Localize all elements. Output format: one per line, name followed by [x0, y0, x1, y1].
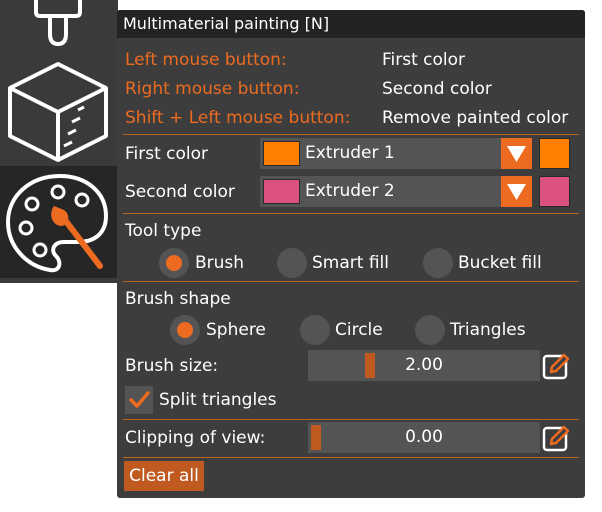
brush-size-value: 2.00 — [405, 355, 443, 375]
shift-left-mouse-value: Remove painted color — [382, 108, 569, 128]
clipping-of-view-slider[interactable]: 0.00 — [308, 422, 540, 453]
clear-all-button[interactable]: Clear all — [124, 461, 204, 491]
circle-radio[interactable] — [300, 315, 330, 345]
multimaterial-panel: Multimaterial painting [N] Left mouse bu… — [117, 10, 585, 498]
second-color-picker[interactable] — [539, 176, 570, 207]
shift-left-mouse-label: Shift + Left mouse button: — [125, 108, 351, 128]
clipping-of-view-label: Clipping of view: — [125, 428, 266, 448]
circle-radio-label: Circle — [335, 320, 383, 340]
separator — [123, 419, 579, 420]
separator — [123, 213, 579, 214]
right-mouse-value: Second color — [382, 79, 492, 99]
first-color-selected: Extruder 1 — [305, 143, 395, 163]
brush-shape-label: Brush shape — [125, 289, 231, 309]
second-color-dropdown-arrow[interactable] — [501, 176, 532, 207]
first-color-label: First color — [125, 144, 209, 164]
sphere-radio-label: Sphere — [206, 320, 266, 340]
checkmark-icon — [129, 391, 150, 408]
chevron-down-icon — [507, 146, 526, 162]
second-color-swatch — [263, 179, 300, 204]
chevron-down-icon — [507, 184, 526, 200]
separator — [123, 281, 579, 282]
split-triangles-label: Split triangles — [159, 390, 277, 410]
multimaterial-palette-icon — [5, 173, 109, 273]
panel-title: Multimaterial painting [N] — [117, 10, 585, 38]
first-color-combo[interactable]: Extruder 1 — [260, 138, 532, 169]
bucket-fill-radio-label: Bucket fill — [458, 253, 542, 273]
clipping-of-view-value: 0.00 — [405, 427, 443, 447]
brush-size-edit-button[interactable] — [541, 351, 571, 381]
brush-size-slider[interactable]: 2.00 — [308, 350, 540, 381]
tool-type-label: Tool type — [125, 221, 202, 241]
first-color-swatch — [263, 141, 300, 166]
clipping-edit-button[interactable] — [541, 423, 571, 453]
second-color-selected: Extruder 2 — [305, 181, 395, 201]
left-mouse-value: First color — [382, 50, 466, 70]
brush-radio-label: Brush — [195, 253, 245, 273]
left-mouse-label: Left mouse button: — [125, 50, 287, 70]
multimaterial-tool-button[interactable] — [0, 166, 118, 278]
first-color-picker[interactable] — [539, 138, 570, 169]
right-mouse-label: Right mouse button: — [125, 79, 300, 99]
left-toolbar — [0, 0, 118, 283]
pencil-edit-icon — [542, 425, 570, 452]
separator — [123, 134, 579, 135]
smart-fill-radio-label: Smart fill — [312, 253, 389, 273]
smart-fill-radio[interactable] — [277, 248, 307, 278]
separator — [123, 457, 579, 458]
seam-tool-button[interactable] — [0, 50, 118, 165]
triangles-radio[interactable] — [415, 315, 445, 345]
split-triangles-checkbox[interactable] — [125, 386, 153, 414]
support-tool-icon — [34, 0, 82, 47]
brush-radio[interactable] — [159, 248, 189, 278]
pencil-edit-icon — [542, 353, 570, 380]
brush-size-label: Brush size: — [125, 356, 219, 376]
bucket-fill-radio[interactable] — [423, 248, 453, 278]
sphere-radio[interactable] — [170, 315, 200, 345]
triangles-radio-label: Triangles — [450, 320, 526, 340]
support-tool-button[interactable] — [0, 0, 118, 50]
seam-cube-icon — [8, 62, 108, 162]
first-color-dropdown-arrow[interactable] — [501, 138, 532, 169]
second-color-label: Second color — [125, 182, 235, 202]
second-color-combo[interactable]: Extruder 2 — [260, 176, 532, 207]
